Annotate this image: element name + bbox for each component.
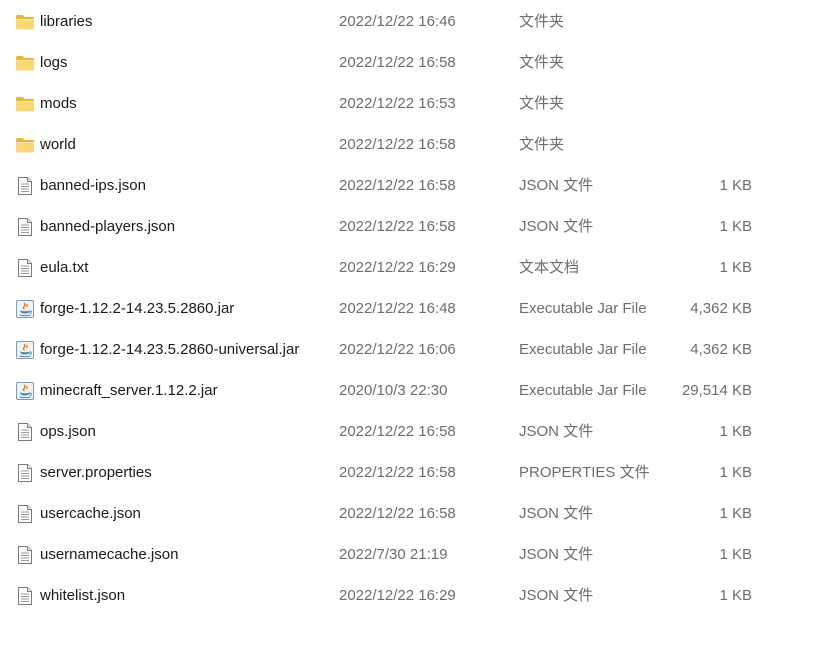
file-type: JSON 文件 <box>519 505 594 522</box>
folder-icon <box>15 95 35 113</box>
document-icon <box>15 218 35 236</box>
file-date-modified: 2022/12/22 16:48 <box>339 300 456 317</box>
file-name[interactable]: whitelist.json <box>40 587 125 605</box>
file-type: JSON 文件 <box>519 177 594 194</box>
file-name[interactable]: eula.txt <box>40 259 88 277</box>
file-name[interactable]: libraries <box>40 13 93 31</box>
folder-icon <box>15 136 35 154</box>
file-size: 1 KB <box>719 218 752 235</box>
file-date-modified: 2022/12/22 16:29 <box>339 259 456 276</box>
file-name[interactable]: server.properties <box>40 464 152 482</box>
file-type: Executable Jar File <box>519 341 647 358</box>
folder-icon <box>15 54 35 72</box>
file-date-modified: 2022/12/22 16:58 <box>339 54 456 71</box>
file-row[interactable]: minecraft_server.1.12.2.jar 2020/10/3 22:… <box>0 371 821 412</box>
file-date-modified: 2022/12/22 16:46 <box>339 13 456 30</box>
file-row[interactable]: server.properties 2022/12/22 16:58 PROPERT… <box>0 453 821 494</box>
file-size: 1 KB <box>719 177 752 194</box>
file-size: 1 KB <box>719 546 752 563</box>
document-icon <box>15 423 35 441</box>
file-date-modified: 2022/12/22 16:53 <box>339 95 456 112</box>
file-date-modified: 2022/12/22 16:58 <box>339 218 456 235</box>
file-row[interactable]: mods 2022/12/22 16:53 文件夹 <box>0 84 821 125</box>
document-icon <box>15 546 35 564</box>
file-type: JSON 文件 <box>519 423 594 440</box>
file-type: PROPERTIES 文件 <box>519 464 650 481</box>
file-date-modified: 2022/12/22 16:58 <box>339 177 456 194</box>
file-type: JSON 文件 <box>519 587 594 604</box>
file-size: 29,514 KB <box>681 382 752 399</box>
document-icon <box>15 505 35 523</box>
file-type: Executable Jar File <box>519 382 647 399</box>
file-type: JSON 文件 <box>519 546 594 563</box>
file-size: 1 KB <box>719 423 752 440</box>
file-name[interactable]: minecraft_server.1.12.2.jar <box>40 382 218 400</box>
file-type: 文件夹 <box>519 13 565 30</box>
file-name[interactable]: mods <box>40 95 77 113</box>
file-date-modified: 2022/12/22 16:58 <box>339 423 456 440</box>
file-name[interactable]: ops.json <box>40 423 96 441</box>
file-size: 1 KB <box>719 464 752 481</box>
file-name[interactable]: logs <box>40 54 68 72</box>
file-date-modified: 2022/12/22 16:58 <box>339 464 456 481</box>
file-name[interactable]: world <box>40 136 76 154</box>
file-row[interactable]: banned-ips.json 2022/12/22 16:58 JSON 文件 1 … <box>0 166 821 207</box>
document-icon <box>15 259 35 277</box>
java-jar-icon <box>15 341 35 359</box>
file-type: JSON 文件 <box>519 218 594 235</box>
file-type: 文件夹 <box>519 95 565 112</box>
file-list: libraries 2022/12/22 16:46 文件夹 logs 2022/12… <box>0 2 821 617</box>
file-row[interactable]: world 2022/12/22 16:58 文件夹 <box>0 125 821 166</box>
file-row[interactable]: logs 2022/12/22 16:58 文件夹 <box>0 43 821 84</box>
file-row[interactable]: forge-1.12.2-14.23.5.2860-universal.jar 2… <box>0 330 821 371</box>
file-row[interactable]: forge-1.12.2-14.23.5.2860.jar 2022/12/22 … <box>0 289 821 330</box>
file-name[interactable]: forge-1.12.2-14.23.5.2860.jar <box>40 300 234 318</box>
document-icon <box>15 177 35 195</box>
file-name[interactable]: forge-1.12.2-14.23.5.2860-universal.jar <box>40 341 299 359</box>
file-name[interactable]: banned-ips.json <box>40 177 146 195</box>
file-date-modified: 2022/12/22 16:58 <box>339 505 456 522</box>
java-jar-icon <box>15 300 35 318</box>
folder-icon <box>15 13 35 31</box>
file-size: 1 KB <box>719 505 752 522</box>
file-date-modified: 2022/12/22 16:29 <box>339 587 456 604</box>
file-size: 4,362 KB <box>690 300 752 317</box>
file-type: 文件夹 <box>519 136 565 153</box>
file-row[interactable]: ops.json 2022/12/22 16:58 JSON 文件 1 KB <box>0 412 821 453</box>
file-name[interactable]: banned-players.json <box>40 218 175 236</box>
file-size: 4,362 KB <box>690 341 752 358</box>
file-size: 1 KB <box>719 259 752 276</box>
file-date-modified: 2022/7/30 21:19 <box>339 546 448 563</box>
file-size: 1 KB <box>719 587 752 604</box>
file-type: Executable Jar File <box>519 300 647 317</box>
java-jar-icon <box>15 382 35 400</box>
file-date-modified: 2022/12/22 16:06 <box>339 341 456 358</box>
file-row[interactable]: usercache.json 2022/12/22 16:58 JSON 文件 1 K… <box>0 494 821 535</box>
file-type: 文件夹 <box>519 54 565 71</box>
file-row[interactable]: eula.txt 2022/12/22 16:29 文本文档 1 KB <box>0 248 821 289</box>
file-row[interactable]: libraries 2022/12/22 16:46 文件夹 <box>0 2 821 43</box>
document-icon <box>15 464 35 482</box>
document-icon <box>15 587 35 605</box>
file-name[interactable]: usernamecache.json <box>40 546 178 564</box>
file-type: 文本文档 <box>519 259 580 276</box>
file-date-modified: 2020/10/3 22:30 <box>339 382 448 399</box>
file-date-modified: 2022/12/22 16:58 <box>339 136 456 153</box>
file-row[interactable]: whitelist.json 2022/12/22 16:29 JSON 文件 1 K… <box>0 576 821 617</box>
file-row[interactable]: usernamecache.json 2022/7/30 21:19 JSON 文件… <box>0 535 821 576</box>
file-row[interactable]: banned-players.json 2022/12/22 16:58 JSON … <box>0 207 821 248</box>
file-name[interactable]: usercache.json <box>40 505 141 523</box>
